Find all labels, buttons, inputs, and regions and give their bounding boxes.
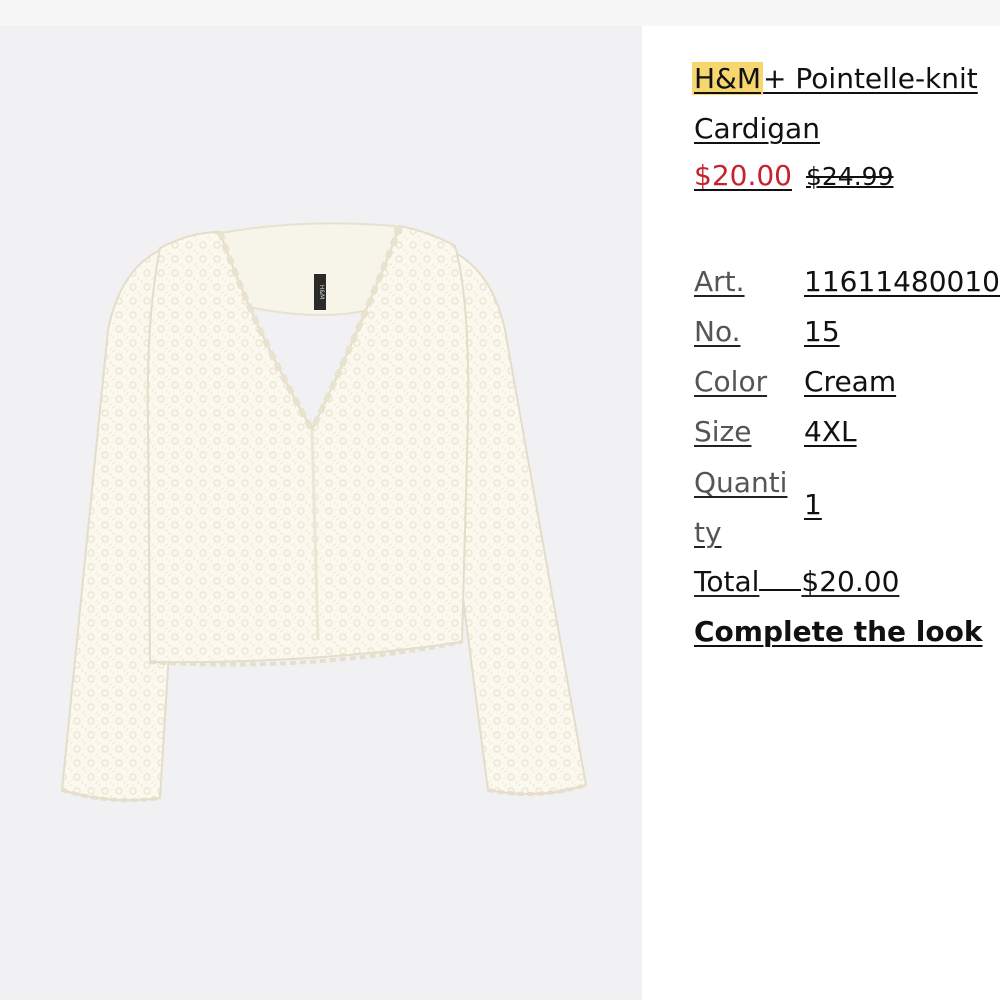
sale-price: $20.00 [694,159,792,192]
detail-row-quantity: Quantity 1 [694,462,1000,562]
art-label: Art. [694,265,745,298]
total-label: Total $20.00 [694,562,899,602]
detail-row-size: Size 4XL [694,412,1000,462]
complete-the-look-link[interactable]: Complete the look [694,612,982,652]
detail-row-color: Color Cream [694,362,1000,412]
no-label: No. [694,315,741,348]
detail-row-total: Total $20.00 [694,562,1000,612]
top-strip [0,0,1000,26]
product-title[interactable]: H&M+ Pointelle-knit Cardigan [692,54,1000,154]
product-name-line2: Cardigan [694,112,820,145]
price-row: $20.00 $24.99 [694,156,893,197]
cardigan-image: H&M [60,222,588,803]
total-value: $20.00 [801,565,900,598]
quantity-label: Quantity [694,466,788,549]
detail-row-art: Art. 116114800101 [694,262,1000,312]
garment-label-text: H&M [318,285,325,299]
art-value: 116114800101 [804,265,1000,298]
product-image-panel[interactable]: H&M [0,26,642,1000]
order-details: Art. 116114800101 No. 15 Color Cream Siz… [694,262,1000,612]
total-label-text: Total [694,565,760,598]
color-label: Color [694,365,768,398]
color-value: Cream [804,365,897,398]
quantity-value: 1 [804,488,822,521]
no-value: 15 [804,315,840,348]
product-name: + Pointelle-knit [763,62,978,95]
size-label: Size [694,415,752,448]
brand-name: H&M [692,62,764,95]
total-underline-gap [759,589,802,591]
size-value: 4XL [804,415,857,448]
product-title-link[interactable]: H&M+ Pointelle-knit Cardigan [692,62,978,145]
original-price: $24.99 [805,162,894,191]
detail-row-no: No. 15 [694,312,1000,362]
product-info-panel: H&M+ Pointelle-knit Cardigan $20.00 $24.99… [642,26,1000,1000]
